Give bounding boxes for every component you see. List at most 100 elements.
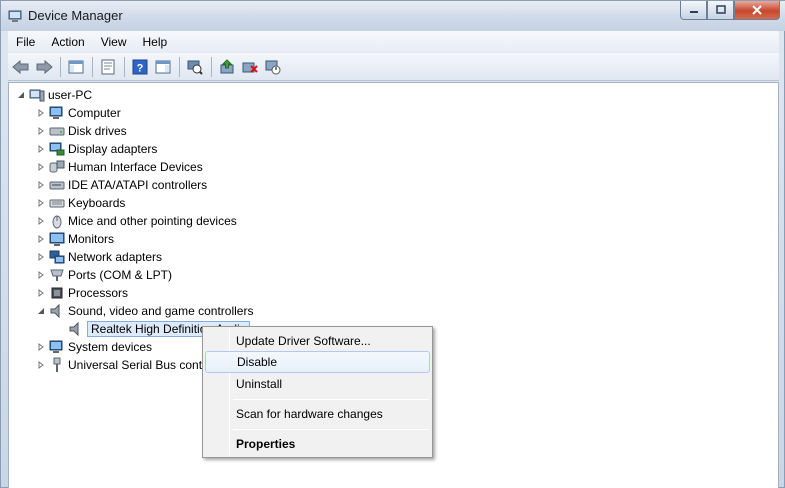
- tree-root-label: user-PC: [48, 88, 93, 102]
- svg-text:?: ?: [137, 62, 144, 74]
- toolbar-separator: [124, 56, 125, 77]
- speaker-icon: [69, 321, 79, 337]
- collapsed-arrow-icon[interactable]: [36, 180, 46, 190]
- properties-button[interactable]: [97, 56, 119, 78]
- tree-item-computer[interactable]: Computer: [36, 104, 121, 122]
- toolbar-separator: [92, 56, 93, 77]
- scan-hardware-icon: [187, 60, 203, 75]
- update-driver-button[interactable]: [216, 56, 238, 78]
- device-manager-app-icon: [8, 10, 22, 22]
- collapsed-arrow-icon[interactable]: [36, 198, 46, 208]
- system-devices-icon: [49, 340, 63, 353]
- expanded-arrow-icon[interactable]: [16, 90, 26, 100]
- menu-bar: File Action View Help: [8, 31, 779, 53]
- tree-root-user-pc[interactable]: user-PC: [16, 86, 92, 104]
- close-button[interactable]: [734, 1, 780, 20]
- tree-item-label: Processors: [68, 286, 129, 300]
- collapsed-arrow-icon[interactable]: [36, 342, 46, 352]
- action-pane-button[interactable]: [152, 56, 174, 78]
- tree-item-label: System devices: [68, 340, 153, 354]
- tree-item-human-interface-devices[interactable]: Human Interface Devices: [36, 158, 203, 176]
- minimize-icon: [689, 11, 698, 13]
- help-icon: ?: [132, 59, 148, 74]
- tree-item-monitors[interactable]: Monitors: [36, 230, 114, 248]
- toolbar: ?: [8, 53, 779, 81]
- forward-button[interactable]: [33, 56, 55, 78]
- properties-icon: [101, 59, 115, 74]
- expanded-arrow-icon[interactable]: [36, 306, 46, 316]
- context-menu-separator: [233, 399, 429, 400]
- title-bar[interactable]: Device Manager: [1, 1, 785, 31]
- tree-item-label: Sound, video and game controllers: [68, 304, 254, 318]
- usb-icon: [53, 357, 61, 372]
- collapsed-arrow-icon[interactable]: [36, 144, 46, 154]
- ctx-scan-for-hardware-changes[interactable]: Scan for hardware changes: [205, 403, 430, 425]
- tree-item-mice[interactable]: Mice and other pointing devices: [36, 212, 237, 230]
- tree-item-label: Network adapters: [68, 250, 163, 264]
- tree-item-processors[interactable]: Processors: [36, 284, 128, 302]
- menu-help[interactable]: Help: [135, 32, 176, 52]
- tree-item-sound-video-game-controllers[interactable]: Sound, video and game controllers: [36, 302, 253, 320]
- collapsed-arrow-icon[interactable]: [36, 108, 46, 118]
- back-icon: [12, 59, 29, 74]
- tree-item-network-adapters[interactable]: Network adapters: [36, 248, 162, 266]
- minimize-button[interactable]: [680, 1, 707, 20]
- help-button[interactable]: ?: [129, 56, 151, 78]
- ctx-disable[interactable]: Disable: [205, 351, 430, 373]
- toolbar-separator: [179, 56, 180, 77]
- context-menu-separator: [233, 429, 429, 430]
- ide-controller-icon: [49, 181, 65, 190]
- disk-drive-icon: [49, 127, 65, 136]
- collapsed-arrow-icon[interactable]: [36, 234, 46, 244]
- context-menu: Update Driver Software... Disable Uninst…: [202, 326, 433, 458]
- hid-icon: [49, 160, 65, 173]
- uninstall-button[interactable]: [239, 56, 261, 78]
- mouse-icon: [52, 215, 62, 229]
- tree-item-label: Monitors: [68, 232, 115, 246]
- tree-item-system-devices[interactable]: System devices: [36, 338, 152, 356]
- disable-device-icon: [265, 60, 281, 74]
- display-adapter-icon: [49, 142, 65, 156]
- collapsed-arrow-icon[interactable]: [36, 126, 46, 136]
- network-adapter-icon: [49, 250, 65, 264]
- tree-item-keyboards[interactable]: Keyboards: [36, 194, 125, 212]
- tree-item-label: Mice and other pointing devices: [68, 214, 237, 228]
- tree-item-usb-controllers[interactable]: Universal Serial Bus contr: [36, 356, 206, 374]
- tree-item-disk-drives[interactable]: Disk drives: [36, 122, 127, 140]
- window-title: Device Manager: [28, 8, 123, 23]
- show-hide-console-tree-icon: [68, 60, 84, 73]
- keyboard-icon: [49, 199, 65, 208]
- tree-item-display-adapters[interactable]: Display adapters: [36, 140, 157, 158]
- collapsed-arrow-icon[interactable]: [36, 252, 46, 262]
- collapsed-arrow-icon[interactable]: [36, 216, 46, 226]
- menu-file[interactable]: File: [8, 32, 43, 52]
- uninstall-icon: [242, 62, 258, 73]
- tree-item-label: Disk drives: [68, 124, 127, 138]
- ctx-uninstall[interactable]: Uninstall: [205, 373, 430, 395]
- computer-icon: [29, 89, 45, 102]
- back-button[interactable]: [10, 56, 32, 78]
- maximize-button[interactable]: [707, 1, 734, 20]
- collapsed-arrow-icon[interactable]: [36, 162, 46, 172]
- speaker-icon: [50, 303, 60, 319]
- tree-item-ports[interactable]: Ports (COM & LPT): [36, 266, 172, 284]
- show-hide-console-tree-button[interactable]: [65, 56, 87, 78]
- menu-action[interactable]: Action: [43, 32, 92, 52]
- tree-item-label: Universal Serial Bus contr: [68, 358, 207, 372]
- collapsed-arrow-icon[interactable]: [36, 288, 46, 298]
- collapsed-arrow-icon[interactable]: [36, 360, 46, 370]
- tree-item-label: IDE ATA/ATAPI controllers: [68, 178, 208, 192]
- scan-hardware-button[interactable]: [184, 56, 206, 78]
- tree-item-ide-ata-atapi-controllers[interactable]: IDE ATA/ATAPI controllers: [36, 176, 207, 194]
- action-pane-icon: [155, 60, 171, 73]
- tree-item-label: Computer: [68, 106, 121, 120]
- menu-view[interactable]: View: [93, 32, 135, 52]
- collapsed-arrow-icon[interactable]: [36, 270, 46, 280]
- forward-icon: [36, 59, 53, 74]
- ctx-update-driver-software[interactable]: Update Driver Software...: [205, 330, 430, 352]
- update-driver-icon: [220, 58, 234, 73]
- toolbar-separator: [211, 56, 212, 77]
- ctx-properties[interactable]: Properties: [205, 433, 430, 455]
- disable-device-button[interactable]: [262, 56, 284, 78]
- tree-item-label: Ports (COM & LPT): [68, 268, 173, 282]
